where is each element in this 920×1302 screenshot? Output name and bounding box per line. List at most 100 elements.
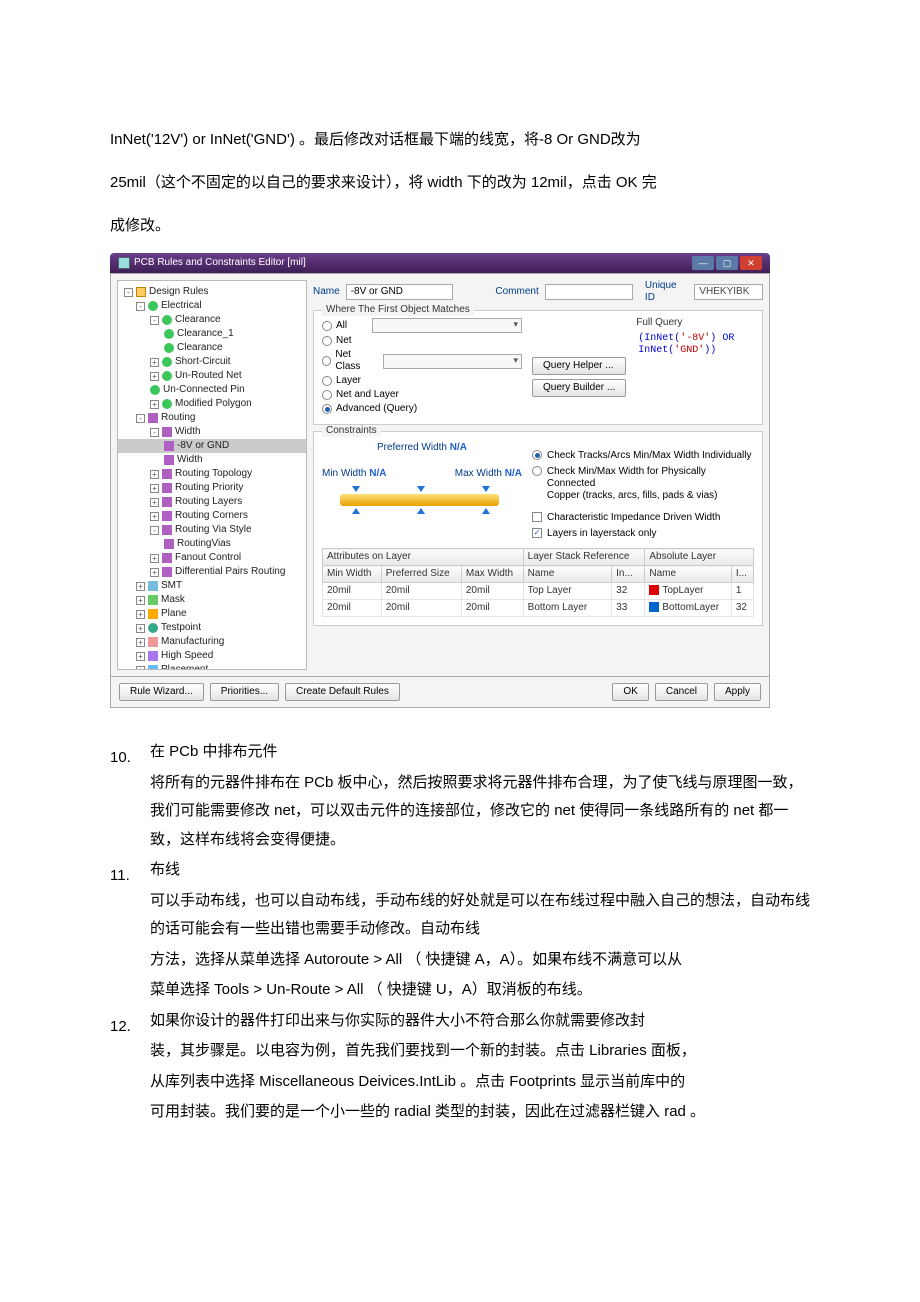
expand-icon[interactable]: -: [150, 526, 159, 535]
radio-advanced[interactable]: [322, 404, 332, 414]
expand-icon[interactable]: +: [136, 652, 145, 661]
expand-icon[interactable]: +: [150, 400, 159, 409]
opt-impedance-label: Characteristic Impedance Driven Width: [547, 512, 720, 524]
tree-selected-rule[interactable]: -8V or GND: [177, 440, 229, 452]
tree-layers[interactable]: Routing Layers: [175, 496, 242, 508]
expand-icon[interactable]: +: [136, 596, 145, 605]
expand-icon[interactable]: +: [136, 582, 145, 591]
apply-button[interactable]: Apply: [714, 683, 761, 701]
tree-clearance-2[interactable]: Clearance: [177, 342, 223, 354]
tree-topology[interactable]: Routing Topology: [175, 468, 252, 480]
tree-unrouted[interactable]: Un-Routed Net: [175, 370, 242, 382]
tree-short[interactable]: Short-Circuit: [175, 356, 231, 368]
cancel-button[interactable]: Cancel: [655, 683, 708, 701]
rule-icon: [164, 539, 174, 549]
app-icon: [118, 257, 130, 269]
unique-id-input[interactable]: VHEKYIBK: [694, 284, 763, 300]
expand-icon[interactable]: +: [136, 610, 145, 619]
netclass-dropdown[interactable]: [383, 354, 522, 369]
col-name[interactable]: Name: [523, 566, 611, 583]
expand-icon[interactable]: +: [136, 638, 145, 647]
expand-icon[interactable]: +: [150, 484, 159, 493]
checkbox-layerstack[interactable]: ✓: [532, 528, 542, 538]
tree-rvias[interactable]: RoutingVias: [177, 538, 231, 550]
tree-diff[interactable]: Differential Pairs Routing: [175, 566, 285, 578]
tree-placement[interactable]: Placement: [161, 664, 208, 670]
rules-tree[interactable]: -Design Rules -Electrical -Clearance Cle…: [117, 280, 307, 670]
tree-fanout[interactable]: Fanout Control: [175, 552, 241, 564]
col-i[interactable]: I...: [731, 566, 753, 583]
name-input[interactable]: -8V or GND: [346, 284, 454, 300]
width-preview-icon: [322, 484, 517, 516]
col-abs-name[interactable]: Name: [645, 566, 731, 583]
rule-wizard-button[interactable]: Rule Wizard...: [119, 683, 204, 701]
clearance-icon: [162, 315, 172, 325]
item-11-p1: 可以手动布线，也可以自动布线，手动布线的好处就是可以在布线过程中融入自己的想法，…: [150, 887, 810, 944]
radio-net[interactable]: [322, 336, 332, 346]
tree-electrical[interactable]: Electrical: [161, 300, 202, 312]
radio-check-physical[interactable]: [532, 466, 542, 476]
tree-modpoly[interactable]: Modified Polygon: [175, 398, 252, 410]
checkbox-impedance[interactable]: [532, 512, 542, 522]
expand-icon[interactable]: -: [136, 302, 145, 311]
tree-width-2[interactable]: Width: [177, 454, 203, 466]
comment-input[interactable]: [545, 284, 633, 300]
expand-icon[interactable]: -: [150, 316, 159, 325]
maximize-button[interactable]: ▢: [716, 256, 738, 270]
radio-netclass[interactable]: [322, 356, 331, 366]
tree-manufacturing[interactable]: Manufacturing: [161, 636, 224, 648]
tree-plane[interactable]: Plane: [161, 608, 187, 620]
radio-netlayer[interactable]: [322, 390, 332, 400]
expand-icon[interactable]: +: [150, 554, 159, 563]
ok-button[interactable]: OK: [612, 683, 648, 701]
expand-icon[interactable]: +: [150, 568, 159, 577]
tree-root[interactable]: Design Rules: [149, 286, 208, 298]
tree-priority[interactable]: Routing Priority: [175, 482, 243, 494]
priorities-button[interactable]: Priorities...: [210, 683, 279, 701]
opt-physical-label: Check Min/Max Width for Physically Conne…: [547, 466, 754, 502]
expand-icon[interactable]: -: [124, 288, 133, 297]
rule-icon: [150, 385, 160, 395]
expand-icon[interactable]: +: [150, 372, 159, 381]
expand-icon[interactable]: +: [150, 358, 159, 367]
tree-clearance[interactable]: Clearance: [175, 314, 221, 326]
expand-icon[interactable]: +: [136, 624, 145, 633]
tree-unconnected[interactable]: Un-Connected Pin: [163, 384, 245, 396]
query-helper-button[interactable]: Query Helper ...: [532, 357, 626, 375]
minimize-button[interactable]: —: [692, 256, 714, 270]
tree-smt[interactable]: SMT: [161, 580, 182, 592]
expand-icon[interactable]: -: [150, 428, 159, 437]
query-builder-button[interactable]: Query Builder ...: [532, 379, 626, 397]
close-button[interactable]: ✕: [740, 256, 762, 270]
expand-icon[interactable]: +: [136, 666, 145, 671]
expand-icon[interactable]: -: [136, 414, 145, 423]
dialog-title: PCB Rules and Constraints Editor [mil]: [134, 257, 306, 269]
expand-icon[interactable]: +: [150, 512, 159, 521]
full-query-text[interactable]: (InNet('-8V') OR InNet('GND')): [636, 331, 754, 359]
tree-highspeed[interactable]: High Speed: [161, 650, 213, 662]
item-12-p3: 从库列表中选择 Miscellaneous Deivices.IntLib 。点…: [150, 1068, 810, 1097]
tree-mask[interactable]: Mask: [161, 594, 185, 606]
create-default-button[interactable]: Create Default Rules: [285, 683, 400, 701]
radio-all[interactable]: [322, 321, 332, 331]
all-dropdown[interactable]: [372, 318, 522, 333]
tree-clearance-1[interactable]: Clearance_1: [177, 328, 234, 340]
expand-icon[interactable]: +: [150, 470, 159, 479]
radio-check-individual[interactable]: [532, 450, 542, 460]
col-index[interactable]: In...: [612, 566, 645, 583]
col-preferred[interactable]: Preferred Size: [381, 566, 461, 583]
table-row[interactable]: 20mil 20mil 20mil Bottom Layer 33 Bottom…: [323, 600, 754, 617]
attributes-table[interactable]: Attributes on Layer Layer Stack Referenc…: [322, 548, 754, 617]
expand-icon[interactable]: +: [150, 498, 159, 507]
table-row[interactable]: 20mil 20mil 20mil Top Layer 32 TopLayer …: [323, 583, 754, 600]
col-max-width[interactable]: Max Width: [461, 566, 523, 583]
tree-routing[interactable]: Routing: [161, 412, 195, 424]
radio-layer[interactable]: [322, 376, 332, 386]
tree-testpoint[interactable]: Testpoint: [161, 622, 201, 634]
tree-width[interactable]: Width: [175, 426, 201, 438]
tree-viastyle[interactable]: Routing Via Style: [175, 524, 252, 536]
rule-header-row: Name -8V or GND Comment Unique ID VHEKYI…: [313, 280, 763, 304]
rule-icon: [164, 329, 174, 339]
tree-corners[interactable]: Routing Corners: [175, 510, 248, 522]
col-min-width[interactable]: Min Width: [323, 566, 382, 583]
